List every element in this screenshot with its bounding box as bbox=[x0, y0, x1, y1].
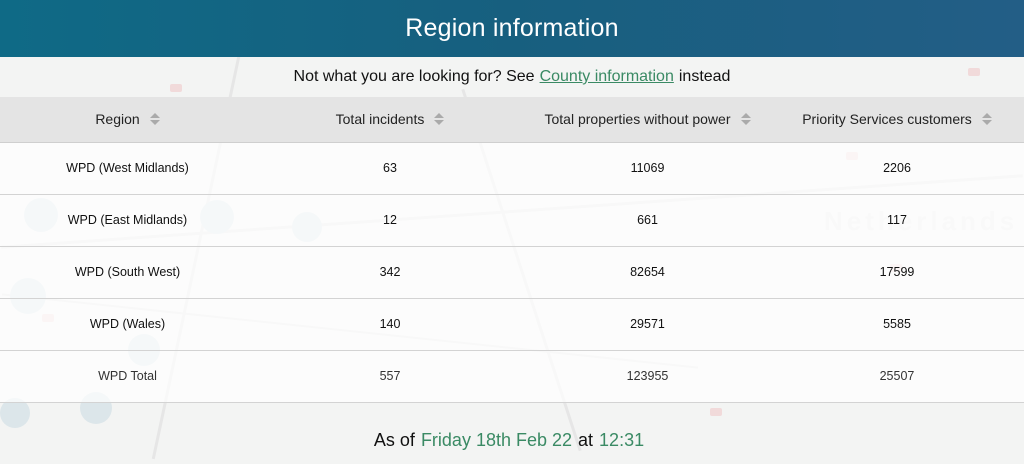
table-row: WPD (East Midlands) 12 661 117 bbox=[0, 194, 1024, 247]
subtitle-suffix: instead bbox=[678, 68, 731, 85]
footer-prefix: As of bbox=[373, 430, 415, 450]
subtitle-prefix: Not what you are looking for? See bbox=[293, 68, 535, 85]
cell-properties: 661 bbox=[525, 194, 770, 247]
cell-priority: 117 bbox=[770, 194, 1024, 247]
sort-icon bbox=[434, 113, 445, 126]
cell-region: WPD Total bbox=[0, 350, 255, 403]
cell-priority: 2206 bbox=[770, 142, 1024, 195]
region-table: Region Total incidents Total properties … bbox=[0, 97, 1024, 403]
county-information-link[interactable]: County information bbox=[540, 68, 674, 86]
column-header-priority-services[interactable]: Priority Services customers bbox=[770, 97, 1024, 143]
cell-properties: 11069 bbox=[525, 142, 770, 195]
region-information-panel: Region information Not what you are look… bbox=[0, 0, 1024, 464]
cell-incidents: 63 bbox=[255, 142, 525, 195]
column-header-total-incidents[interactable]: Total incidents bbox=[255, 97, 525, 143]
footer-at: at bbox=[578, 430, 594, 450]
cell-region: WPD (East Midlands) bbox=[0, 194, 255, 247]
cell-priority: 5585 bbox=[770, 298, 1024, 351]
table-row: WPD (West Midlands) 63 11069 2206 bbox=[0, 142, 1024, 195]
cell-properties: 82654 bbox=[525, 246, 770, 299]
table-header-row: Region Total incidents Total properties … bbox=[0, 97, 1024, 143]
sort-icon bbox=[981, 113, 992, 126]
cell-region: WPD (South West) bbox=[0, 246, 255, 299]
subtitle-line: Not what you are looking for? See County… bbox=[0, 57, 1024, 97]
updated-time: 12:31 bbox=[599, 430, 645, 450]
cell-incidents: 12 bbox=[255, 194, 525, 247]
cell-region: WPD (West Midlands) bbox=[0, 142, 255, 195]
updated-date: Friday 18th Feb 22 bbox=[420, 430, 573, 450]
page-title: Region information bbox=[405, 14, 619, 42]
cell-priority: 25507 bbox=[770, 350, 1024, 403]
table-row: WPD (Wales) 140 29571 5585 bbox=[0, 298, 1024, 351]
cell-incidents: 557 bbox=[255, 350, 525, 403]
header-bar: Region information bbox=[0, 0, 1024, 57]
cell-properties: 123955 bbox=[525, 350, 770, 403]
sort-icon bbox=[740, 113, 751, 126]
table-total-row: WPD Total 557 123955 25507 bbox=[0, 350, 1024, 403]
column-header-region[interactable]: Region bbox=[0, 97, 255, 143]
cell-priority: 17599 bbox=[770, 246, 1024, 299]
cell-incidents: 140 bbox=[255, 298, 525, 351]
last-updated: As of Friday 18th Feb 22 at 12:31 bbox=[0, 403, 1024, 464]
column-header-properties-without-power[interactable]: Total properties without power bbox=[525, 97, 770, 143]
sort-icon bbox=[149, 113, 160, 126]
cell-properties: 29571 bbox=[525, 298, 770, 351]
table-row: WPD (South West) 342 82654 17599 bbox=[0, 246, 1024, 299]
cell-region: WPD (Wales) bbox=[0, 298, 255, 351]
cell-incidents: 342 bbox=[255, 246, 525, 299]
